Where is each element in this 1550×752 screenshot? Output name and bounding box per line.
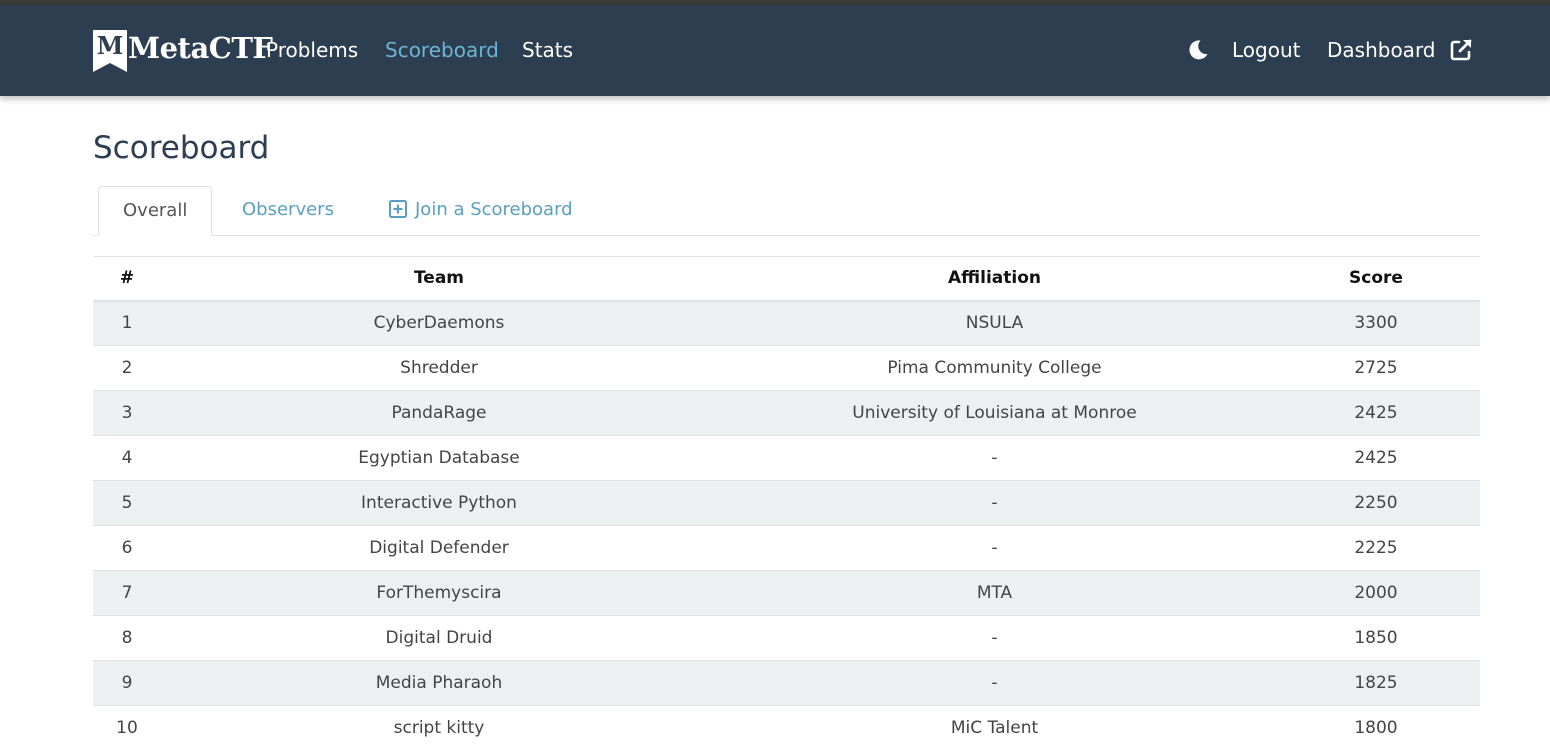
score-cell: 2725 xyxy=(1272,345,1480,391)
affiliation-cell: - xyxy=(717,660,1272,706)
team-cell[interactable]: CyberDaemons xyxy=(161,300,717,346)
team-cell[interactable]: Digital Defender xyxy=(161,525,717,571)
team-cell[interactable]: ForThemyscira xyxy=(161,570,717,616)
rank-cell: 5 xyxy=(93,480,161,526)
scoreboard-table: # Team Affiliation Score 1 CyberDaemons … xyxy=(93,256,1480,751)
nav-dashboard[interactable]: Dashboard xyxy=(1327,37,1436,63)
brand-text: MetaCTF xyxy=(128,31,273,65)
nav-stats[interactable]: Stats xyxy=(522,37,573,63)
rank-cell: 3 xyxy=(93,390,161,436)
rank-cell: 9 xyxy=(93,660,161,706)
table-row: 4 Egyptian Database - 2425 xyxy=(93,435,1480,481)
affiliation-cell: - xyxy=(717,525,1272,571)
tab-label: Overall xyxy=(123,200,188,221)
affiliation-cell: University of Louisiana at Monroe xyxy=(717,390,1272,436)
affiliation-cell: NSULA xyxy=(717,300,1272,346)
affiliation-cell: - xyxy=(717,615,1272,661)
affiliation-cell: Pima Community College xyxy=(717,345,1272,391)
table-row: 2 Shredder Pima Community College 2725 xyxy=(93,345,1480,391)
column-header-affiliation[interactable]: Affiliation xyxy=(717,256,1272,302)
page-title: Scoreboard xyxy=(93,130,270,166)
affiliation-cell: - xyxy=(717,435,1272,481)
score-cell: 1825 xyxy=(1272,660,1480,706)
tab-overall[interactable]: Overall xyxy=(98,186,213,236)
score-cell: 3300 xyxy=(1272,300,1480,346)
team-cell[interactable]: Media Pharaoh xyxy=(161,660,717,706)
svg-text:M: M xyxy=(97,31,124,60)
external-link-icon[interactable] xyxy=(1449,38,1473,62)
tab-join-scoreboard[interactable]: Join a Scoreboard xyxy=(365,186,597,236)
team-cell[interactable]: script kitty xyxy=(161,705,717,751)
table-row: 7 ForThemyscira MTA 2000 xyxy=(93,570,1480,616)
affiliation-cell: MiC Talent xyxy=(717,705,1272,751)
brand-logo[interactable]: M MetaCTF xyxy=(93,30,273,74)
score-cell: 2225 xyxy=(1272,525,1480,571)
score-cell: 2425 xyxy=(1272,435,1480,481)
plus-square-icon xyxy=(389,189,407,237)
table-header-row: # Team Affiliation Score xyxy=(93,256,1480,302)
rank-cell: 8 xyxy=(93,615,161,661)
nav-scoreboard[interactable]: Scoreboard xyxy=(385,37,499,63)
table-row: 6 Digital Defender - 2225 xyxy=(93,525,1480,571)
score-cell: 2000 xyxy=(1272,570,1480,616)
score-cell: 2250 xyxy=(1272,480,1480,526)
table-row: 10 script kitty MiC Talent 1800 xyxy=(93,705,1480,751)
rank-cell: 2 xyxy=(93,345,161,391)
column-header-score[interactable]: Score xyxy=(1272,256,1480,302)
tab-observers[interactable]: Observers xyxy=(218,186,358,236)
column-header-rank[interactable]: # xyxy=(93,256,161,302)
column-header-team[interactable]: Team xyxy=(161,256,717,302)
team-cell[interactable]: PandaRage xyxy=(161,390,717,436)
team-cell[interactable]: Egyptian Database xyxy=(161,435,717,481)
affiliation-cell: - xyxy=(717,480,1272,526)
rank-cell: 6 xyxy=(93,525,161,571)
table-row: 8 Digital Druid - 1850 xyxy=(93,615,1480,661)
table-row: 3 PandaRage University of Louisiana at M… xyxy=(93,390,1480,436)
table-row: 5 Interactive Python - 2250 xyxy=(93,480,1480,526)
logo-ribbon-icon: M xyxy=(93,30,127,72)
score-cell: 1850 xyxy=(1272,615,1480,661)
rank-cell: 10 xyxy=(93,705,161,751)
table-row: 1 CyberDaemons NSULA 3300 xyxy=(93,300,1480,346)
nav-problems[interactable]: Problems xyxy=(266,37,358,63)
score-cell: 2425 xyxy=(1272,390,1480,436)
tab-label: Join a Scoreboard xyxy=(415,199,573,220)
moon-icon[interactable] xyxy=(1186,38,1210,62)
affiliation-cell: MTA xyxy=(717,570,1272,616)
rank-cell: 1 xyxy=(93,300,161,346)
rank-cell: 7 xyxy=(93,570,161,616)
table-row: 9 Media Pharaoh - 1825 xyxy=(93,660,1480,706)
team-cell[interactable]: Interactive Python xyxy=(161,480,717,526)
rank-cell: 4 xyxy=(93,435,161,481)
team-cell[interactable]: Digital Druid xyxy=(161,615,717,661)
tab-label: Observers xyxy=(242,199,334,220)
nav-logout[interactable]: Logout xyxy=(1232,37,1300,63)
scoreboard-tabs: Overall Observers Join a Scoreboard xyxy=(93,186,1480,236)
team-cell[interactable]: Shredder xyxy=(161,345,717,391)
navbar: M MetaCTF Problems Scoreboard Stats Logo… xyxy=(0,5,1550,96)
score-cell: 1800 xyxy=(1272,705,1480,751)
